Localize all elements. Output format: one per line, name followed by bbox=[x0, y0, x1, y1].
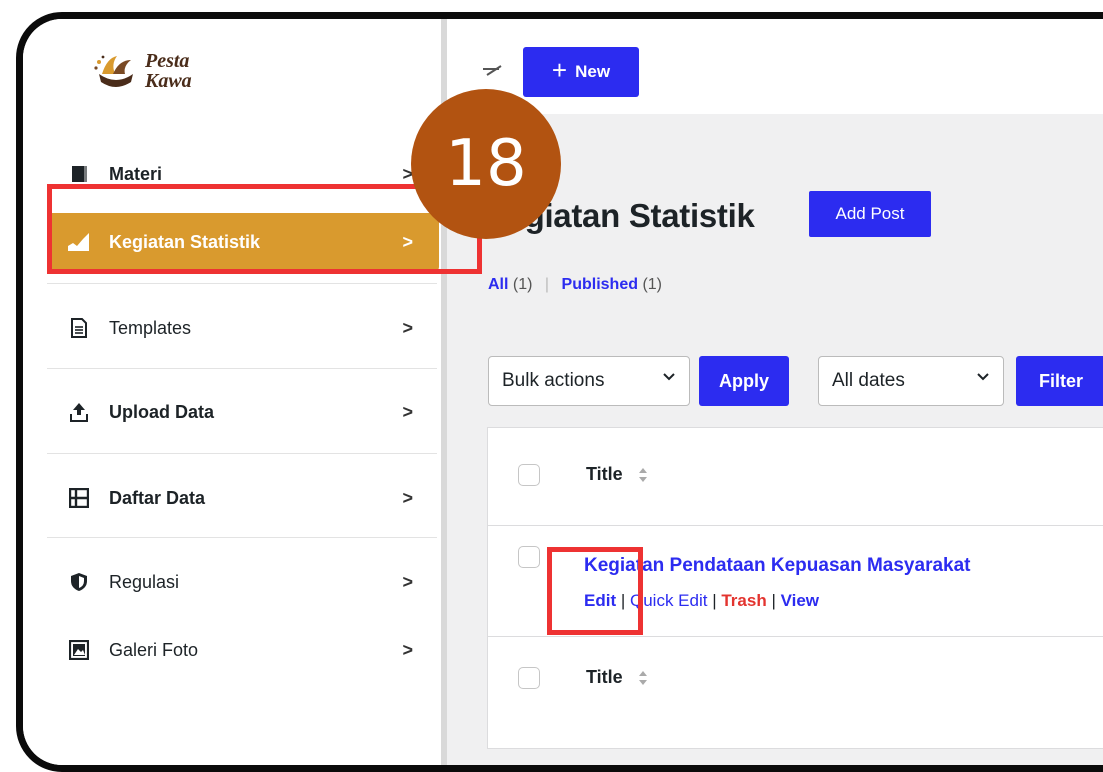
action-separator: | bbox=[712, 591, 722, 610]
view-link[interactable]: View bbox=[781, 591, 819, 610]
filter-published-link[interactable]: Published bbox=[562, 276, 638, 293]
sidebar-item-templates[interactable]: Templates > bbox=[47, 299, 439, 357]
sidebar-item-upload-data[interactable]: Upload Data > bbox=[47, 383, 439, 441]
highlight-box-sidebar bbox=[47, 184, 482, 274]
date-filter-value: All dates bbox=[832, 370, 905, 391]
new-button-label: New bbox=[575, 62, 611, 81]
chevron-down-icon bbox=[977, 373, 989, 381]
coffee-logo-icon bbox=[94, 55, 133, 87]
date-filter-select[interactable]: All dates bbox=[818, 356, 1004, 406]
select-all-checkbox-footer[interactable] bbox=[518, 667, 540, 689]
bulk-actions-select[interactable]: Bulk actions bbox=[488, 356, 690, 406]
sort-icon bbox=[638, 467, 647, 482]
action-separator: | bbox=[771, 591, 781, 610]
sidebar-divider bbox=[47, 453, 437, 454]
brand-logo[interactable]: Pesta Kawa bbox=[93, 51, 192, 91]
sidebar-item-label: Materi bbox=[109, 163, 163, 184]
highlight-box-edit bbox=[547, 547, 643, 635]
status-filter-links: All (1) | Published (1) bbox=[488, 276, 662, 294]
filter-all-count: (1) bbox=[512, 276, 533, 293]
plus-icon: + bbox=[551, 55, 568, 85]
upload-icon bbox=[67, 400, 91, 424]
photo-icon bbox=[67, 638, 91, 662]
sort-icon bbox=[638, 670, 647, 685]
table-header-title[interactable]: Title bbox=[586, 464, 649, 485]
filter-all-link[interactable]: All bbox=[488, 276, 508, 293]
sidebar-item-label: Templates bbox=[109, 317, 192, 338]
sidebar-item-regulasi[interactable]: Regulasi > bbox=[47, 553, 439, 611]
chevron-right-icon: > bbox=[402, 317, 413, 338]
trash-link[interactable]: Trash bbox=[721, 591, 766, 610]
sidebar-divider bbox=[47, 283, 437, 284]
brand-text: Pesta Kawa bbox=[145, 51, 192, 91]
sidebar-item-label: Galeri Foto bbox=[109, 639, 199, 660]
new-button[interactable]: + New bbox=[523, 47, 639, 97]
collapse-menu-icon[interactable] bbox=[481, 63, 503, 83]
brand-line-2: Kawa bbox=[145, 70, 192, 92]
brand-line-1: Pesta bbox=[145, 50, 190, 72]
book-icon bbox=[67, 162, 91, 186]
row-divider bbox=[488, 636, 1103, 637]
filter-separator: | bbox=[544, 276, 550, 293]
table-footer-title[interactable]: Title bbox=[586, 667, 649, 688]
bulk-actions-value: Bulk actions bbox=[502, 370, 605, 391]
chevron-right-icon: > bbox=[402, 487, 413, 508]
document-icon bbox=[67, 316, 91, 340]
select-all-checkbox[interactable] bbox=[518, 464, 540, 486]
screenshot-frame: Pesta Kawa Materi > Kegiatan Statistik > bbox=[16, 12, 1103, 772]
add-post-button[interactable]: Add Post bbox=[809, 191, 931, 237]
filter-button[interactable]: Filter bbox=[1016, 356, 1103, 406]
chevron-right-icon: > bbox=[402, 571, 413, 592]
row-divider bbox=[488, 525, 1103, 526]
sidebar-divider bbox=[47, 368, 437, 369]
sidebar-item-label: Daftar Data bbox=[109, 487, 206, 508]
sidebar-item-galeri-foto[interactable]: Galeri Foto > bbox=[47, 621, 439, 679]
shield-icon bbox=[67, 570, 91, 594]
sidebar-item-label: Regulasi bbox=[109, 571, 180, 592]
sidebar-divider bbox=[47, 537, 437, 538]
column-title-label: Title bbox=[586, 464, 623, 484]
sidebar: Pesta Kawa Materi > Kegiatan Statistik > bbox=[23, 19, 443, 765]
row-checkbox[interactable] bbox=[518, 546, 540, 568]
sidebar-item-label: Upload Data bbox=[109, 401, 215, 422]
step-number-badge: 18 bbox=[411, 89, 561, 239]
apply-button[interactable]: Apply bbox=[699, 356, 789, 406]
table-icon bbox=[67, 486, 91, 510]
chevron-right-icon: > bbox=[402, 401, 413, 422]
chevron-down-icon bbox=[663, 373, 675, 381]
filter-published-count: (1) bbox=[642, 276, 662, 293]
chevron-right-icon: > bbox=[402, 639, 413, 660]
sidebar-item-daftar-data[interactable]: Daftar Data > bbox=[47, 469, 439, 527]
column-title-label: Title bbox=[586, 667, 623, 687]
